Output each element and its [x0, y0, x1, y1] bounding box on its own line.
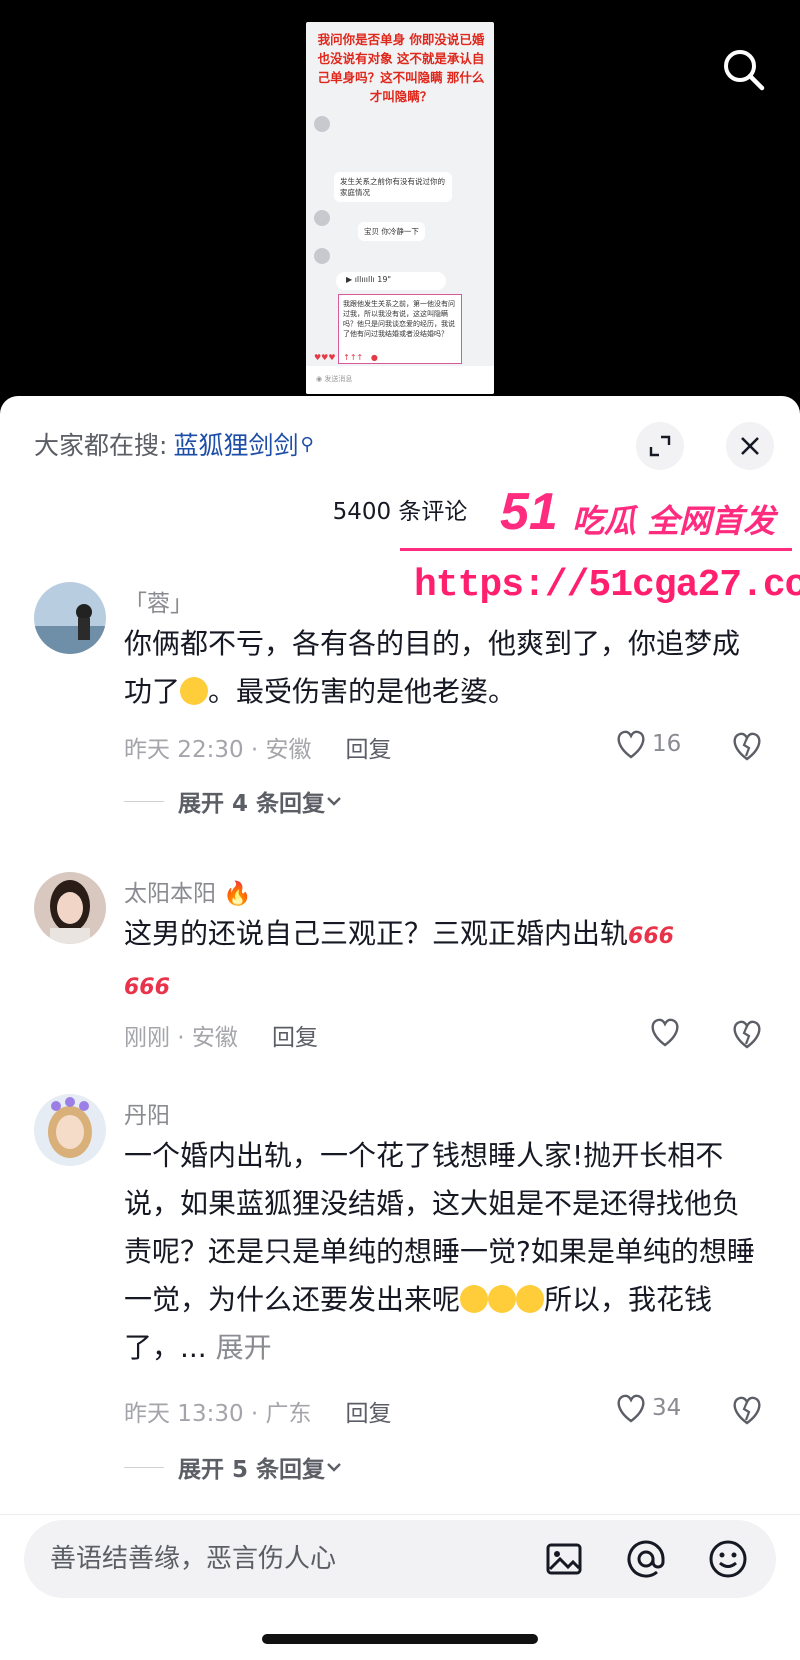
- comment-author[interactable]: 太阳本阳 🔥: [124, 874, 252, 908]
- broken-heart-icon[interactable]: [730, 730, 764, 762]
- like-count: 34: [652, 1395, 682, 1421]
- reply-button[interactable]: 回复: [272, 1018, 318, 1052]
- avatar[interactable]: [34, 1094, 106, 1166]
- chevron-down-icon: [327, 797, 341, 806]
- like-button[interactable]: [648, 1016, 682, 1048]
- search-icon[interactable]: [718, 44, 770, 96]
- expand-replies[interactable]: 展开 5 条回复: [124, 1450, 343, 1484]
- broken-heart-icon[interactable]: [730, 1394, 764, 1426]
- like-count: 16: [652, 731, 682, 757]
- thumb-avatar: [314, 248, 330, 264]
- comment-meta: 昨天 22:30 · 安徽 回复: [124, 730, 392, 764]
- expand-icon: [649, 435, 671, 457]
- thumb-avatar: [314, 210, 330, 226]
- divider: [0, 1514, 800, 1515]
- video-area[interactable]: 我问你是否单身 你即没说已婚 也没说有对象 这不就是承认自己单身吗？这不叫隐瞒 …: [0, 0, 800, 400]
- expand-text-link[interactable]: 展开: [216, 1331, 272, 1364]
- comment-author[interactable]: 丹阳: [124, 1096, 170, 1130]
- reply-button[interactable]: 回复: [346, 730, 392, 764]
- comment-input-bar: [24, 1520, 776, 1598]
- avatar[interactable]: [34, 582, 106, 654]
- thumb-bubble: 宝贝 你冷静一下: [358, 222, 425, 241]
- at-icon[interactable]: [624, 1537, 668, 1581]
- comment-sheet: 大家都在搜: 蓝狐狸剑剑 ⚲ 5400 条评论 51 吃瓜 全网首发 https…: [0, 396, 800, 1660]
- fire-icon: 🔥: [223, 881, 252, 907]
- expand-button[interactable]: [636, 422, 684, 470]
- comment-text: 你俩都不亏，各有各的目的，他爽到了，你追梦成功了 。最受伤害的是他老婆。: [124, 627, 741, 708]
- surprise-emoji: [516, 1285, 545, 1313]
- avatar[interactable]: [34, 872, 106, 944]
- surprise-emoji: [488, 1285, 517, 1313]
- thumb-headline: 我问你是否单身 你即没说已婚 也没说有对象 这不就是承认自己单身吗？这不叫隐瞒 …: [317, 32, 485, 104]
- reply-button[interactable]: 回复: [346, 1394, 392, 1428]
- thumb-input-bar: ◉ 发送消息: [306, 366, 494, 394]
- comment-meta: 昨天 13:30 · 广东 回复: [124, 1394, 392, 1428]
- trending-search-keyword[interactable]: 蓝狐狸剑剑: [173, 426, 298, 462]
- comment-time: 昨天 13:30 · 广东: [124, 1401, 312, 1427]
- comment-time: 刚刚 · 安徽: [124, 1025, 238, 1051]
- comment-text: 一个婚内出轨，一个花了钱想睡人家!抛开长相不说，如果蓝狐狸没结婚，这大姐是不是还…: [124, 1139, 755, 1364]
- surprise-emoji: [460, 1285, 489, 1313]
- image-icon[interactable]: [542, 1537, 586, 1581]
- thumb-voice-message: ▶ ıllıııllı 19": [336, 272, 446, 290]
- trending-search-label: 大家都在搜:: [34, 431, 168, 460]
- divider: [124, 1466, 164, 1468]
- divider: [124, 800, 164, 802]
- emoji-666: 666: [124, 975, 170, 1000]
- thumb-reactions: ♥♥♥ ↑↑↑ ●: [314, 353, 378, 362]
- close-icon: [741, 437, 759, 455]
- emoji-666: 666: [628, 924, 674, 949]
- video-thumbnail: 我问你是否单身 你即没说已婚 也没说有对象 这不就是承认自己单身吗？这不叫隐瞒 …: [306, 22, 494, 394]
- home-indicator[interactable]: [262, 1634, 538, 1644]
- like-button[interactable]: 34: [614, 1392, 681, 1424]
- thumb-avatar: [314, 116, 330, 132]
- like-button[interactable]: 16: [614, 728, 681, 760]
- comment-author[interactable]: 「蓉」: [124, 584, 193, 618]
- watermark: 51 吃瓜 全网首发 https://51cga27.com: [400, 482, 800, 622]
- comment-time: 昨天 22:30 · 安徽: [124, 737, 312, 763]
- close-button[interactable]: [726, 422, 774, 470]
- chevron-down-icon: [327, 1463, 341, 1472]
- watermark-line: [400, 548, 792, 551]
- expand-replies[interactable]: 展开 4 条回复: [124, 784, 343, 818]
- comment-text: 这男的还说自己三观正？三观正婚内出轨666 666: [124, 917, 674, 1000]
- watermark-number: 51: [500, 483, 558, 541]
- comment-meta: 刚刚 · 安徽 回复: [124, 1018, 318, 1052]
- emoji-icon[interactable]: [706, 1537, 750, 1581]
- watermark-url: https://51cga27.com: [414, 564, 800, 607]
- trending-search[interactable]: 大家都在搜: 蓝狐狸剑剑 ⚲: [34, 426, 314, 462]
- watermark-title: 吃瓜 全网首发: [572, 502, 776, 540]
- heart-icon: [651, 1018, 679, 1047]
- heart-icon: [617, 1394, 645, 1423]
- heart-icon: [617, 730, 645, 759]
- broken-heart-icon[interactable]: [730, 1018, 764, 1050]
- search-small-icon: ⚲: [300, 433, 314, 455]
- laugh-cry-emoji: [180, 677, 209, 705]
- expand-replies-label: 展开 5 条回复: [178, 1457, 326, 1483]
- comment-input[interactable]: [50, 1520, 530, 1598]
- thumb-bubble: 发生关系之前你有没有说过你的家庭情况: [334, 172, 452, 202]
- expand-replies-label: 展开 4 条回复: [178, 791, 326, 817]
